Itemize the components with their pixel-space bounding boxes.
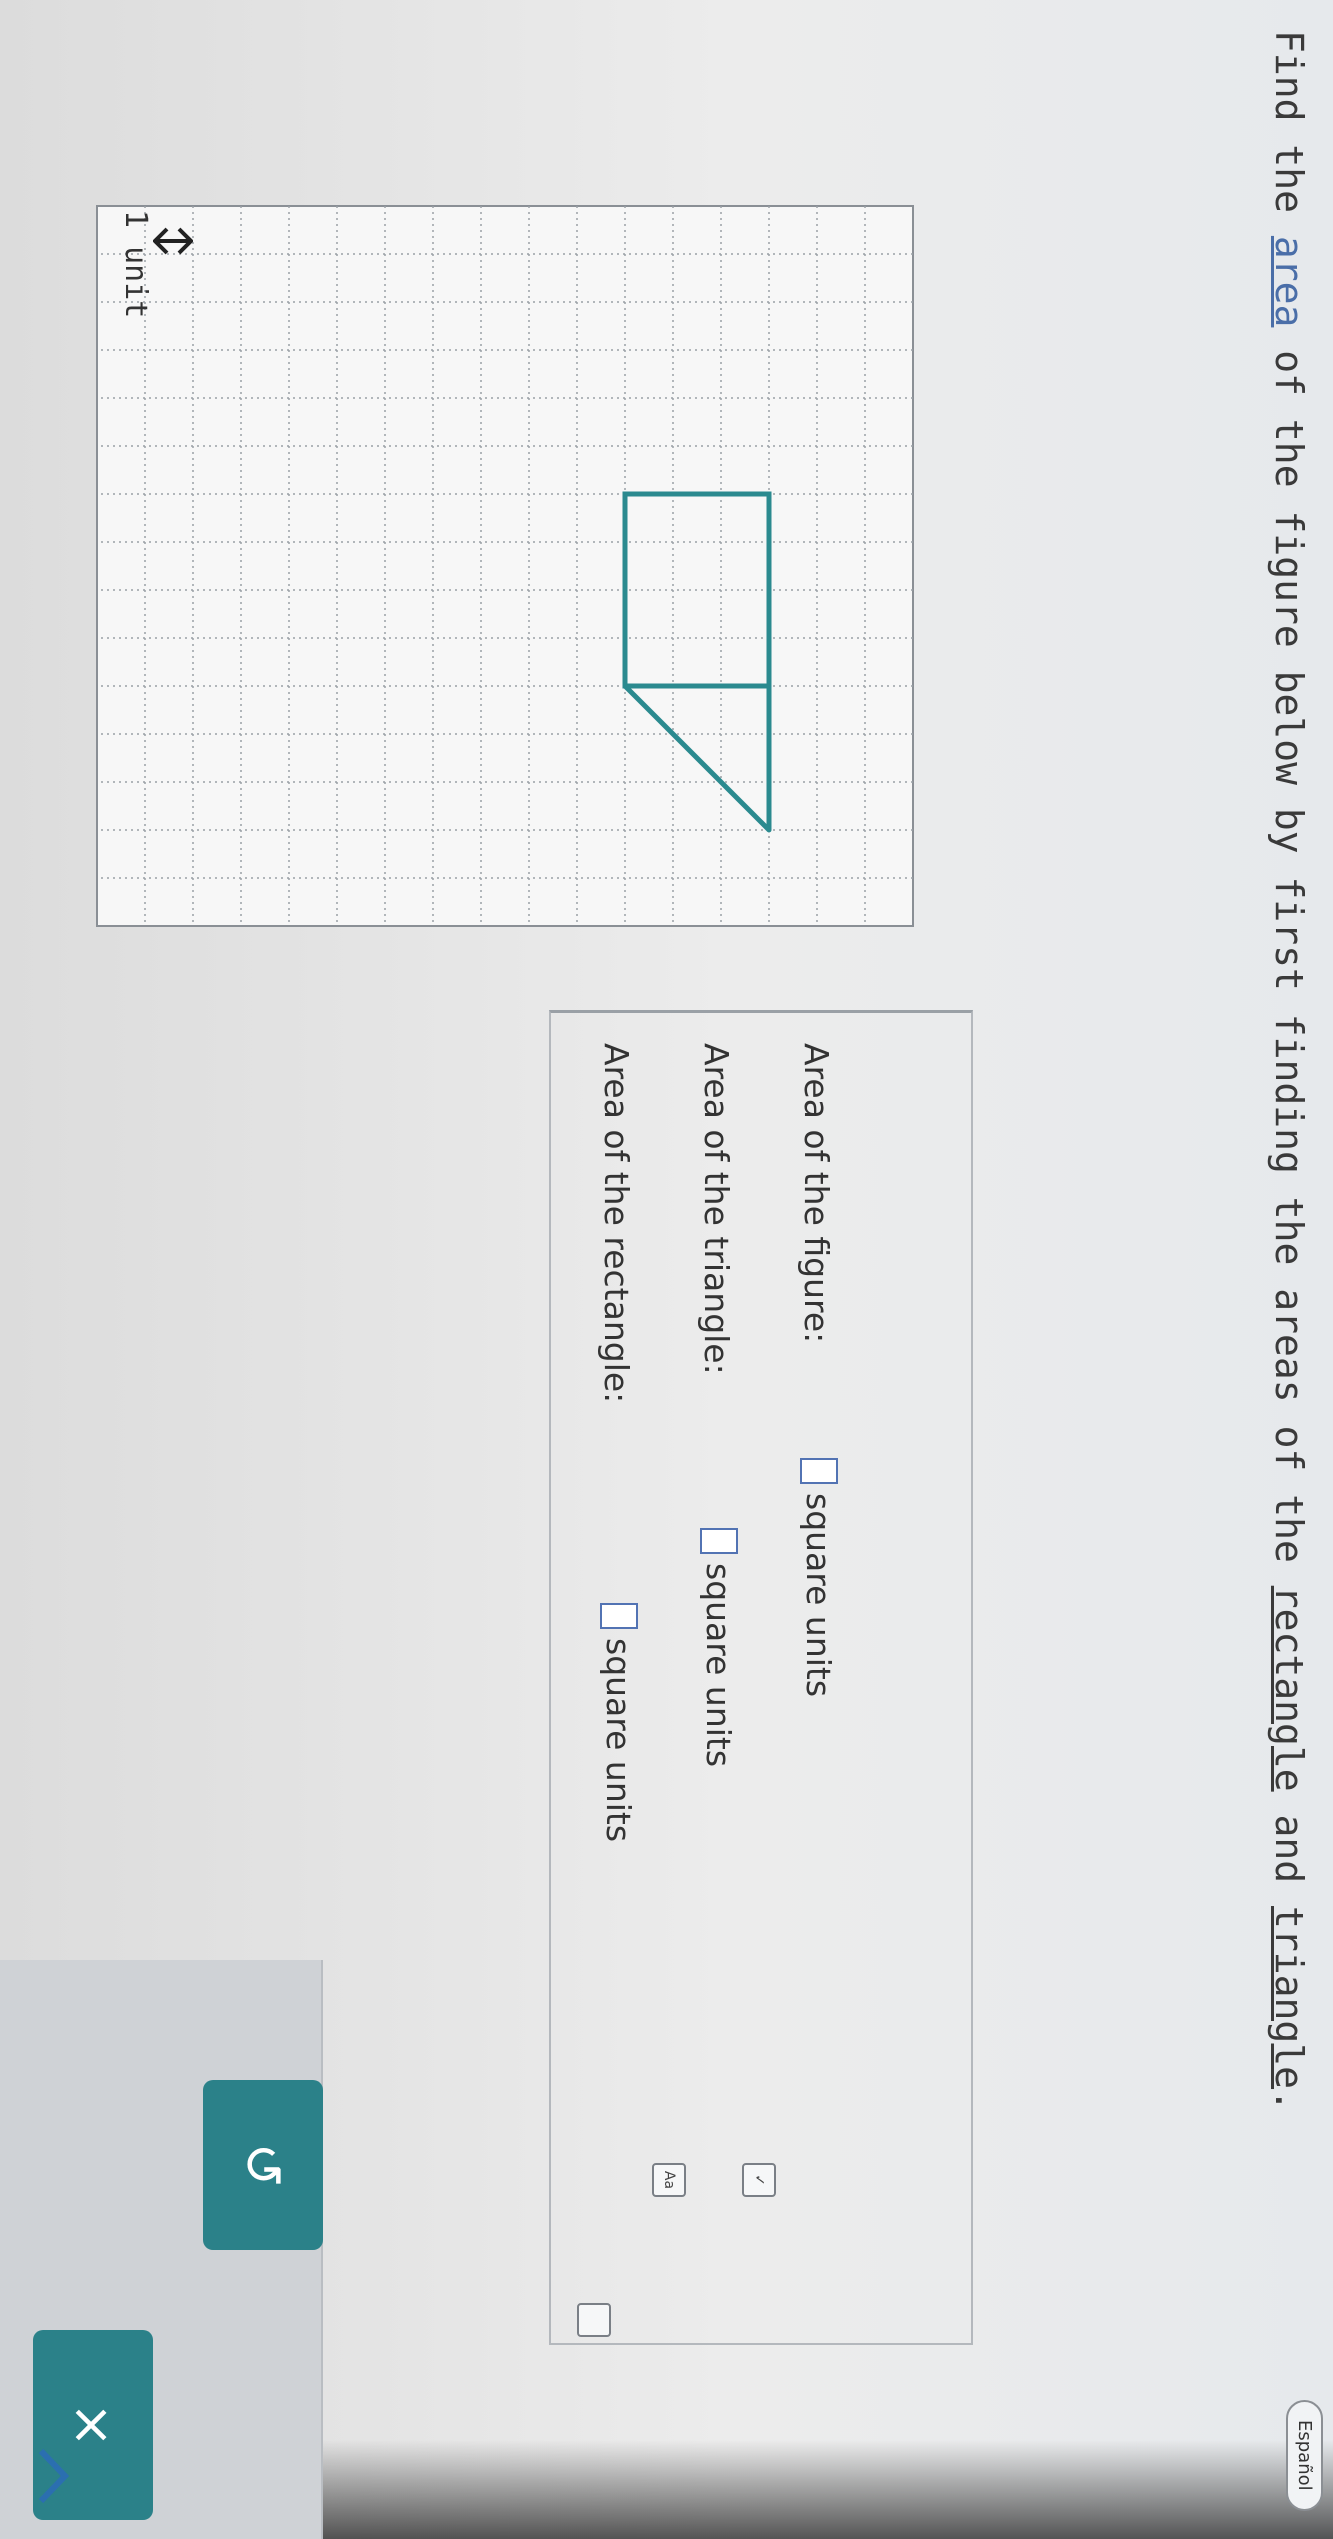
rectangle-units-label: square units xyxy=(599,1638,638,1843)
stage: Español Find the area of the figure belo… xyxy=(0,0,1333,2539)
figure-units-label: square units xyxy=(799,1493,838,1698)
triangle-units-label: square units xyxy=(699,1563,738,1768)
grid-figure xyxy=(96,205,914,927)
rectangle-glossary-link[interactable]: rectangle xyxy=(1267,1586,1311,1792)
figure-row: Area of the figure: xyxy=(797,1043,836,1343)
chevron-up-icon[interactable] xyxy=(35,2446,71,2506)
figure-area-input[interactable] xyxy=(800,1458,838,1484)
figure-area-label: Area of the figure: xyxy=(797,1043,836,1344)
rectangle-row: Area of the rectangle: xyxy=(597,1043,636,1403)
undo-button[interactable]: ↺ xyxy=(203,2080,323,2250)
rectangle-area-label: Area of the rectangle: xyxy=(597,1043,636,1404)
triangle-row: Area of the triangle: xyxy=(697,1043,736,1375)
question-and: and xyxy=(1267,1791,1311,1907)
rectangle-area-input[interactable] xyxy=(600,1603,638,1629)
language-toggle-button[interactable]: Español xyxy=(1286,2400,1323,2511)
grid-tool-icon[interactable] xyxy=(577,2303,611,2337)
check-icon[interactable]: ✓ xyxy=(742,2163,776,2197)
clear-icon: × xyxy=(61,2402,125,2448)
undo-icon: ↺ xyxy=(231,2142,295,2188)
triangle-glossary-link[interactable]: triangle xyxy=(1267,1906,1311,2089)
answer-panel: Area of the rectangle: square units Area… xyxy=(549,1010,973,2345)
double-arrow-icon xyxy=(153,227,193,255)
triangle-area-input[interactable] xyxy=(700,1528,738,1554)
text-format-icon[interactable]: Aa xyxy=(652,2163,686,2197)
grid-background xyxy=(96,205,914,927)
triangle-area-label: Area of the triangle: xyxy=(697,1043,736,1375)
question-suffix: . xyxy=(1267,2089,1311,2112)
unit-label: 1 unit xyxy=(118,210,153,319)
